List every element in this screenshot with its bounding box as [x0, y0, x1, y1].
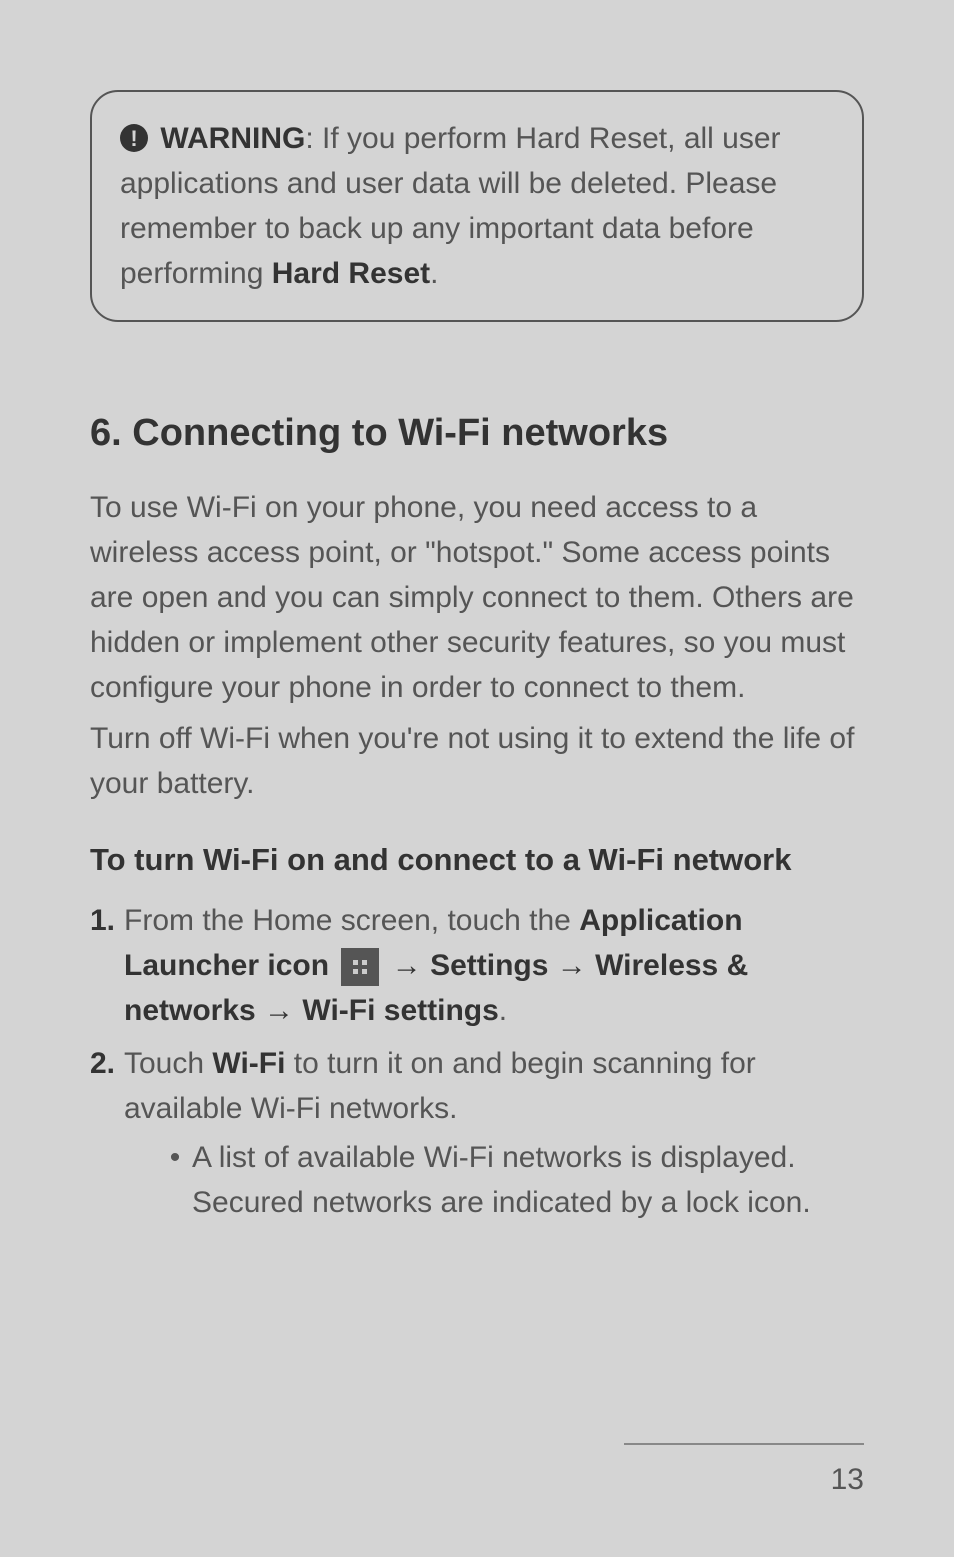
section-para2: Turn off Wi-Fi when you're not using it … [90, 716, 864, 806]
app-launcher-icon [341, 948, 379, 986]
arrow-3: → [256, 994, 303, 1027]
warning-label: WARNING [160, 122, 305, 155]
section-heading: 6. Connecting to Wi-Fi networks [90, 412, 864, 455]
arrow-2: → [548, 949, 595, 982]
step-1-content: From the Home screen, touch the Applicat… [124, 898, 864, 1033]
warning-hard-reset: Hard Reset [272, 257, 430, 290]
step-1-wifi-settings: Wi-Fi settings [302, 994, 498, 1027]
section-para1: To use Wi-Fi on your phone, you need acc… [90, 485, 864, 710]
step-2-bullet: • A list of available Wi-Fi networks is … [158, 1135, 864, 1225]
step-2-content: Touch Wi-Fi to turn it on and begin scan… [124, 1041, 864, 1225]
bullet-text: A list of available Wi-Fi networks is di… [192, 1135, 864, 1225]
step-2-number: 2. [90, 1041, 124, 1225]
page-number: 13 [90, 1463, 864, 1497]
step-2-wifi: Wi-Fi [212, 1047, 285, 1080]
step-1-number: 1. [90, 898, 124, 1033]
sub-heading: To turn Wi-Fi on and connect to a Wi-Fi … [90, 842, 864, 878]
warning-paragraph: ! WARNING: If you perform Hard Reset, al… [120, 116, 834, 296]
step-1: 1. From the Home screen, touch the Appli… [90, 898, 864, 1033]
warning-period: . [430, 257, 438, 290]
step-2: 2. Touch Wi-Fi to turn it on and begin s… [90, 1041, 864, 1225]
bullet-mark: • [158, 1135, 192, 1225]
step-1-settings: Settings [430, 949, 548, 982]
warning-icon: ! [120, 124, 148, 152]
arrow-1: → [392, 949, 430, 982]
step-1-period: . [499, 994, 507, 1027]
page-footer: 13 [90, 1443, 864, 1497]
step-2-pre: Touch [124, 1047, 212, 1080]
step-1-pre: From the Home screen, touch the [124, 904, 579, 937]
footer-divider [624, 1443, 864, 1445]
warning-box: ! WARNING: If you perform Hard Reset, al… [90, 90, 864, 322]
